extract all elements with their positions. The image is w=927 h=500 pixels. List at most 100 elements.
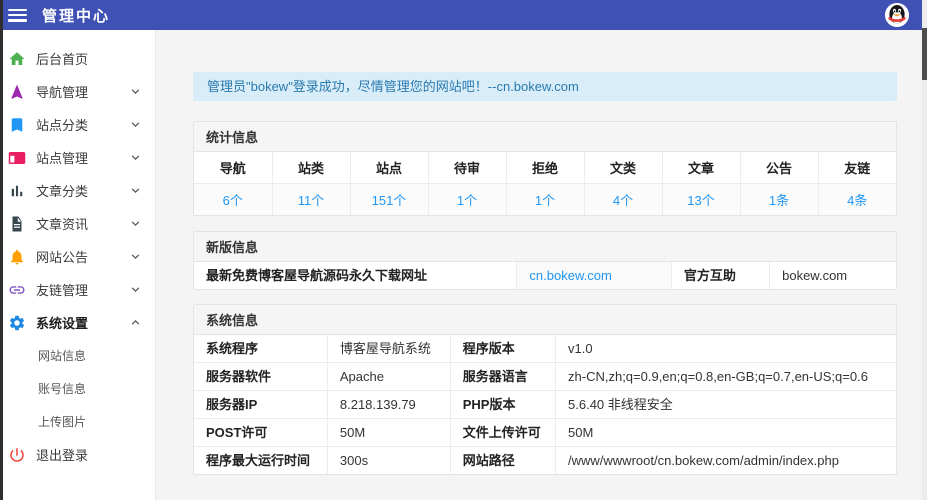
- statistics-header-row: 导航 站类 站点 待审 拒绝 文类 文章 公告 友链: [194, 152, 896, 184]
- bookmark-icon: [7, 115, 26, 134]
- navigation-icon: [7, 82, 26, 101]
- system-key: 服务器IP: [194, 391, 327, 419]
- system-value: /www/wwwroot/cn.bokew.com/admin/index.ph…: [556, 447, 896, 475]
- stats-column-header: 站点: [350, 152, 428, 184]
- stats-value: 1个: [506, 184, 584, 216]
- system-value: zh-CN,zh;q=0.9,en;q=0.8,en-GB;q=0.7,en-U…: [556, 363, 896, 391]
- sidebar-subitem-label: 上传图片: [38, 413, 86, 430]
- stats-column-header: 友链: [818, 152, 896, 184]
- system-info-card: 系统信息 系统程序 博客屋导航系统 程序版本 v1.0 服务器软件 Apache…: [193, 304, 897, 475]
- chevron-up-icon: [128, 315, 143, 330]
- scrollbar-thumb[interactable]: [922, 28, 927, 80]
- link-icon: [7, 280, 26, 299]
- stats-column-header: 拒绝: [506, 152, 584, 184]
- top-bar: 管理中心: [0, 0, 927, 30]
- download-url-label: 最新免费博客屋导航源码永久下载网址: [194, 262, 517, 289]
- user-avatar[interactable]: [885, 3, 909, 27]
- system-key: 服务器语言: [450, 363, 555, 391]
- sidebar-subitem-label: 网站信息: [38, 347, 86, 364]
- gear-icon: [7, 313, 26, 332]
- chevron-down-icon: [128, 249, 143, 264]
- sidebar-item-link-management[interactable]: 友链管理: [0, 273, 155, 306]
- window-left-edge: [0, 0, 3, 500]
- system-info-row: 系统程序 博客屋导航系统 程序版本 v1.0: [194, 335, 896, 363]
- official-support-value: bokew.com: [770, 262, 896, 289]
- stats-value: 6个: [194, 184, 272, 216]
- chevron-down-icon: [128, 216, 143, 231]
- sidebar-item-nav-management[interactable]: 导航管理: [0, 75, 155, 108]
- system-info-row: 服务器软件 Apache 服务器语言 zh-CN,zh;q=0.9,en;q=0…: [194, 363, 896, 391]
- bar-chart-icon: [7, 181, 26, 200]
- sidebar-item-label: 后台首页: [36, 49, 143, 68]
- sidebar-item-site-category[interactable]: 站点分类: [0, 108, 155, 141]
- sidebar-item-label: 导航管理: [36, 82, 128, 101]
- chevron-down-icon: [128, 150, 143, 165]
- system-key: 文件上传许可: [450, 419, 555, 447]
- sidebar-item-label: 友链管理: [36, 280, 128, 299]
- bell-icon: [7, 247, 26, 266]
- system-value: 300s: [327, 447, 450, 475]
- system-key: 网站路径: [450, 447, 555, 475]
- page-title: 管理中心: [42, 5, 110, 26]
- official-support-label: 官方互助: [671, 262, 769, 289]
- statistics-table: 导航 站类 站点 待审 拒绝 文类 文章 公告 友链 6个 11个: [194, 152, 896, 215]
- sidebar-item-label: 退出登录: [36, 445, 143, 464]
- chevron-down-icon: [128, 282, 143, 297]
- sidebar-subitem-label: 账号信息: [38, 380, 86, 397]
- sidebar-item-article-category[interactable]: 文章分类: [0, 174, 155, 207]
- stats-column-header: 文类: [584, 152, 662, 184]
- login-success-alert: 管理员"bokew"登录成功，尽情管理您的网站吧！--cn.bokew.com: [193, 72, 897, 101]
- system-value: Apache: [327, 363, 450, 391]
- stats-value: 4条: [818, 184, 896, 216]
- sidebar-item-site-announcement[interactable]: 网站公告: [0, 240, 155, 273]
- sidebar-subitem-upload-image[interactable]: 上传图片: [0, 405, 155, 438]
- page-scrollbar[interactable]: [922, 0, 927, 500]
- home-icon: [7, 49, 26, 68]
- stats-value: 151个: [350, 184, 428, 216]
- release-info-card: 新版信息 最新免费博客屋导航源码永久下载网址 cn.bokew.com 官方互助…: [193, 231, 897, 290]
- system-value: 50M: [327, 419, 450, 447]
- system-key: 程序最大运行时间: [194, 447, 327, 475]
- statistics-card-title: 统计信息: [194, 122, 896, 152]
- sidebar-item-system-settings[interactable]: 系统设置: [0, 306, 155, 339]
- main-content: 管理员"bokew"登录成功，尽情管理您的网站吧！--cn.bokew.com …: [156, 30, 927, 500]
- system-value: 50M: [556, 419, 896, 447]
- sidebar-item-article-news[interactable]: 文章资讯: [0, 207, 155, 240]
- stats-column-header: 待审: [428, 152, 506, 184]
- stats-column-header: 文章: [662, 152, 740, 184]
- qq-penguin-icon: [885, 3, 909, 27]
- sidebar-item-label: 文章资讯: [36, 214, 128, 233]
- release-info-row: 最新免费博客屋导航源码永久下载网址 cn.bokew.com 官方互助 boke…: [194, 262, 896, 289]
- system-info-row: 程序最大运行时间 300s 网站路径 /www/wwwroot/cn.bokew…: [194, 447, 896, 475]
- stats-value: 13个: [662, 184, 740, 216]
- system-info-row: 服务器IP 8.218.139.79 PHP版本 5.6.40 非线程安全: [194, 391, 896, 419]
- system-value: 5.6.40 非线程安全: [556, 391, 896, 419]
- system-key: 服务器软件: [194, 363, 327, 391]
- sidebar-subitem-account-info[interactable]: 账号信息: [0, 372, 155, 405]
- stats-column-header: 公告: [740, 152, 818, 184]
- stats-column-header: 导航: [194, 152, 272, 184]
- system-key: POST许可: [194, 419, 327, 447]
- sidebar-item-site-management[interactable]: 站点管理: [0, 141, 155, 174]
- system-key: 系统程序: [194, 335, 327, 363]
- chevron-down-icon: [128, 183, 143, 198]
- sidebar-subitem-site-info[interactable]: 网站信息: [0, 339, 155, 372]
- system-key: 程序版本: [450, 335, 555, 363]
- chevron-down-icon: [128, 84, 143, 99]
- document-icon: [7, 214, 26, 233]
- statistics-card: 统计信息 导航 站类 站点 待审 拒绝 文类 文章 公告 友链: [193, 121, 897, 216]
- sidebar-item-label: 站点管理: [36, 148, 128, 167]
- system-info-table: 系统程序 博客屋导航系统 程序版本 v1.0 服务器软件 Apache 服务器语…: [194, 335, 896, 474]
- sidebar-item-logout[interactable]: 退出登录: [0, 438, 155, 471]
- sidebar-item-label: 文章分类: [36, 181, 128, 200]
- system-value: v1.0: [556, 335, 896, 363]
- system-info-row: POST许可 50M 文件上传许可 50M: [194, 419, 896, 447]
- sidebar-item-label: 站点分类: [36, 115, 128, 134]
- download-url-link[interactable]: cn.bokew.com: [517, 262, 671, 289]
- power-icon: [7, 445, 26, 464]
- stats-value: 1条: [740, 184, 818, 216]
- menu-icon[interactable]: [8, 9, 27, 22]
- sidebar-item-home[interactable]: 后台首页: [0, 42, 155, 75]
- sidebar-item-label: 系统设置: [36, 313, 128, 332]
- system-value: 博客屋导航系统: [327, 335, 450, 363]
